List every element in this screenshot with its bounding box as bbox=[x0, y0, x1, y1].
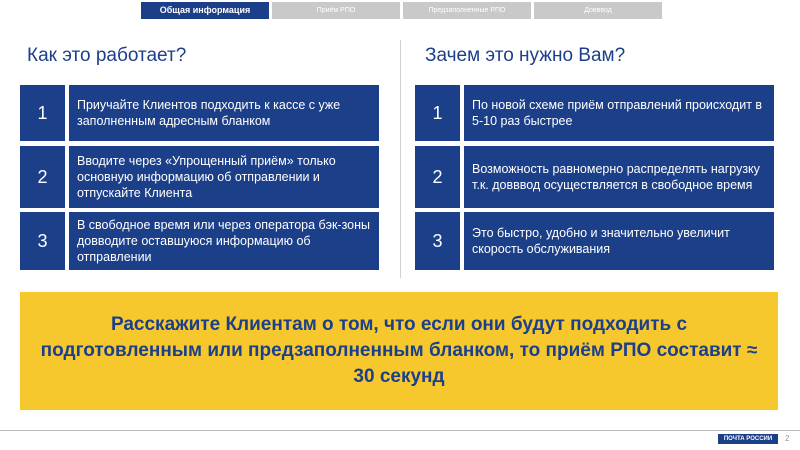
left-item-3: 3 В свободное время или через оператора … bbox=[20, 212, 379, 270]
footer-divider bbox=[0, 430, 800, 431]
step-text: Приучайте Клиентов подходить к кассе с у… bbox=[69, 85, 379, 141]
section-tabs: Общая информация Приём РПО Предзаполненн… bbox=[141, 2, 662, 19]
step-text: В свободное время или через оператора бэ… bbox=[69, 212, 379, 270]
step-number: 2 bbox=[415, 146, 460, 208]
right-column-title: Зачем это нужно Вам? bbox=[425, 45, 626, 66]
right-item-3: 3 Это быстро, удобно и значительно увели… bbox=[415, 212, 774, 270]
step-number: 1 bbox=[20, 85, 65, 141]
tab-rpo-intake[interactable]: Приём РПО bbox=[272, 2, 400, 19]
step-text: Вводите через «Упрощенный приём» только … bbox=[69, 146, 379, 208]
tab-prefilled-rpo[interactable]: Предзаполненные РПО bbox=[403, 2, 531, 19]
page-number: 2 bbox=[785, 434, 790, 443]
right-item-2: 2 Возможность равномерно распределять на… bbox=[415, 146, 774, 208]
column-divider bbox=[400, 40, 401, 278]
left-column-title: Как это работает? bbox=[27, 45, 187, 66]
banner-text: Расскажите Клиентам о том, что если они … bbox=[40, 314, 758, 387]
step-number: 3 bbox=[415, 212, 460, 270]
step-text: Возможность равномерно распределять нагр… bbox=[464, 146, 774, 208]
tab-additional-input[interactable]: Довввод bbox=[534, 2, 662, 19]
step-number: 3 bbox=[20, 212, 65, 270]
tab-general-info[interactable]: Общая информация bbox=[141, 2, 269, 19]
step-text: По новой схеме приём отправлений происхо… bbox=[464, 85, 774, 141]
right-item-1: 1 По новой схеме приём отправлений проис… bbox=[415, 85, 774, 141]
highlight-banner: Расскажите Клиентам о том, что если они … bbox=[20, 292, 778, 410]
step-number: 2 bbox=[20, 146, 65, 208]
left-item-1: 1 Приучайте Клиентов подходить к кассе с… bbox=[20, 85, 379, 141]
step-number: 1 bbox=[415, 85, 460, 141]
russian-post-logo: ПОЧТА РОССИИ bbox=[718, 434, 778, 444]
left-item-2: 2 Вводите через «Упрощенный приём» тольк… bbox=[20, 146, 379, 208]
step-text: Это быстро, удобно и значительно увеличи… bbox=[464, 212, 774, 270]
